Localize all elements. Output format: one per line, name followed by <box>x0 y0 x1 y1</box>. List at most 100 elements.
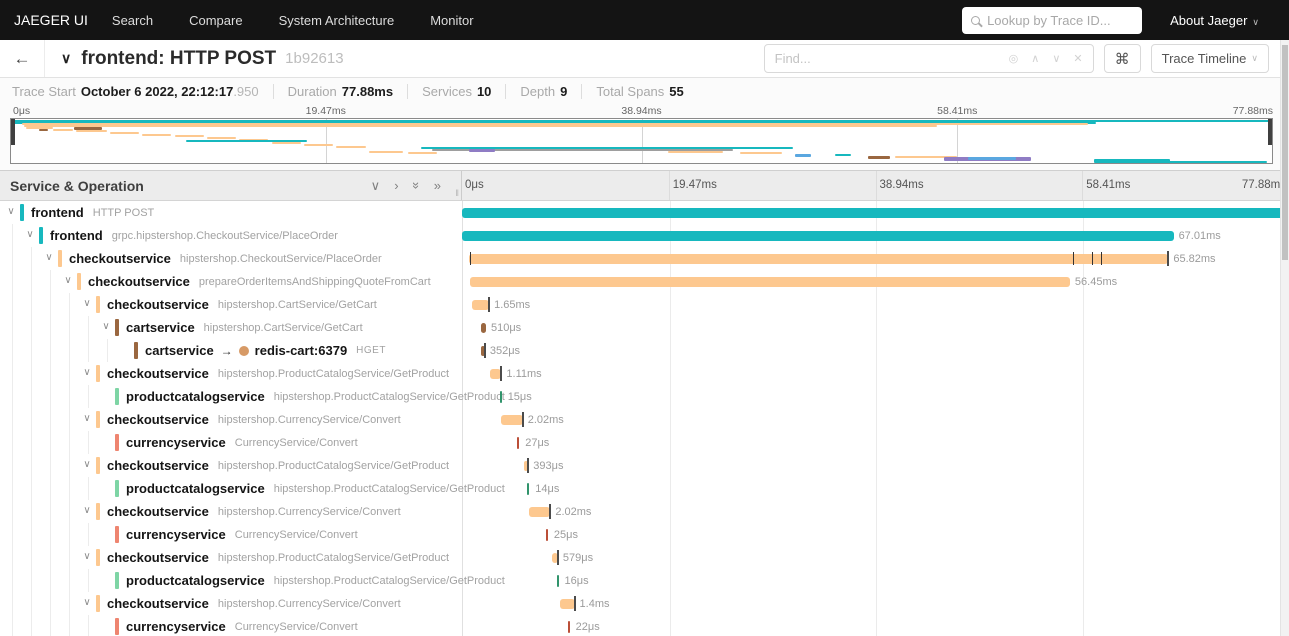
span-name-cell[interactable]: ∨ checkoutservice hipstershop.CurrencyServ… <box>0 408 462 431</box>
vertical-scrollbar[interactable] <box>1280 40 1289 636</box>
span-name-cell[interactable]: ∨ frontend HTTP POST <box>0 201 462 224</box>
span-timeline-cell[interactable]: 16μs <box>462 569 1289 592</box>
span-bar[interactable] <box>470 277 1070 287</box>
span-bar[interactable] <box>528 507 551 517</box>
span-name-cell[interactable]: cartservice → redis-cart:6379 HGET <box>0 339 462 362</box>
span-row[interactable]: currencyservice CurrencyService/Convert 22… <box>0 615 1289 636</box>
collapse-span-chevron-icon[interactable]: ∨ <box>81 505 93 516</box>
span-name-cell[interactable]: ∨ checkoutservice hipstershop.ProductCatal… <box>0 546 462 569</box>
span-timeline-cell[interactable]: 22μs <box>462 615 1289 636</box>
span-bar[interactable] <box>462 208 1289 218</box>
nav-item-system-architecture[interactable]: System Architecture <box>279 13 395 28</box>
span-row[interactable]: ∨ checkoutservice hipstershop.CartService/… <box>0 293 1289 316</box>
span-bar[interactable] <box>567 621 570 633</box>
span-name-cell[interactable]: ∨ checkoutservice hipstershop.CurrencyServ… <box>0 592 462 615</box>
span-name-cell[interactable]: ∨ checkoutservice hipstershop.CartService/… <box>0 293 462 316</box>
span-timeline-cell[interactable]: 14μs <box>462 477 1289 500</box>
expand-all-icon[interactable]: » <box>434 178 441 193</box>
span-row[interactable]: ∨ checkoutservice prepareOrderItemsAndShip… <box>0 270 1289 293</box>
span-bar[interactable] <box>480 323 486 333</box>
minimap-left-drag-handle[interactable] <box>11 119 15 145</box>
span-name-cell[interactable]: ∨ frontend grpc.hipstershop.CheckoutServic… <box>0 224 462 247</box>
span-bar[interactable] <box>469 254 1169 264</box>
span-timeline-cell[interactable]: 67.01ms <box>462 224 1289 247</box>
nav-item-compare[interactable]: Compare <box>189 13 242 28</box>
span-bar[interactable] <box>556 575 559 587</box>
span-timeline-cell[interactable]: 1.65ms <box>462 293 1289 316</box>
collapse-span-chevron-icon[interactable]: ∨ <box>81 413 93 424</box>
span-name-cell[interactable]: productcatalogservice hipstershop.Product… <box>0 569 505 592</box>
trace-id-lookup-box[interactable] <box>962 6 1143 34</box>
span-timeline-cell[interactable]: 56.45ms <box>462 270 1289 293</box>
collapse-one-icon[interactable]: ∨ <box>371 178 381 194</box>
span-row[interactable]: ∨ checkoutservice hipstershop.CheckoutServ… <box>0 247 1289 270</box>
span-name-cell[interactable]: currencyservice CurrencyService/Convert <box>0 615 462 636</box>
span-row[interactable]: currencyservice CurrencyService/Convert 27… <box>0 431 1289 454</box>
span-row[interactable]: ∨ checkoutservice hipstershop.CurrencyServ… <box>0 592 1289 615</box>
span-timeline-cell[interactable]: 25μs <box>462 523 1289 546</box>
span-bar[interactable] <box>559 599 575 609</box>
span-name-cell[interactable]: ∨ checkoutservice prepareOrderItemsAndShip… <box>0 270 462 293</box>
span-timeline-cell[interactable]: 15μs <box>462 385 1289 408</box>
span-timeline-cell[interactable]: 27μs <box>462 431 1289 454</box>
span-timeline-cell[interactable] <box>462 201 1289 224</box>
span-row[interactable]: ∨ checkoutservice hipstershop.ProductCatal… <box>0 362 1289 385</box>
minimap-right-drag-handle[interactable] <box>1268 119 1272 145</box>
span-row[interactable]: productcatalogservice hipstershop.Product… <box>0 385 1289 408</box>
trace-id-lookup-input[interactable] <box>987 12 1134 28</box>
span-row[interactable]: ∨ cartservice hipstershop.CartService/GetC… <box>0 316 1289 339</box>
collapse-all-icon[interactable]: » <box>409 182 424 189</box>
span-row[interactable]: productcatalogservice hipstershop.Product… <box>0 477 1289 500</box>
span-timeline-cell[interactable]: 1.11ms <box>462 362 1289 385</box>
span-row[interactable]: cartservice → redis-cart:6379 HGET 352μs <box>0 339 1289 362</box>
view-selector-button[interactable]: Trace Timeline ∨ <box>1150 44 1269 73</box>
prev-match-icon[interactable]: ∧ <box>1031 52 1039 65</box>
span-name-cell[interactable]: ∨ checkoutservice hipstershop.ProductCatal… <box>0 362 462 385</box>
column-resizer-handle[interactable]: ‖ <box>455 188 459 198</box>
span-name-cell[interactable]: productcatalogservice hipstershop.Product… <box>0 477 505 500</box>
span-row[interactable]: ∨ frontend HTTP POST <box>0 201 1289 224</box>
collapse-span-chevron-icon[interactable]: ∨ <box>81 367 93 378</box>
collapse-span-chevron-icon[interactable]: ∨ <box>100 321 112 332</box>
about-jaeger-menu[interactable]: About Jaeger ∨ <box>1170 13 1259 28</box>
span-timeline-cell[interactable]: 510μs <box>462 316 1289 339</box>
span-bar[interactable] <box>517 437 520 449</box>
span-name-cell[interactable]: productcatalogservice hipstershop.Product… <box>0 385 505 408</box>
collapse-span-chevron-icon[interactable]: ∨ <box>62 275 74 286</box>
collapse-span-chevron-icon[interactable]: ∨ <box>43 252 55 263</box>
scrollbar-thumb[interactable] <box>1282 45 1288 260</box>
back-button[interactable]: ← <box>0 40 45 77</box>
span-row[interactable]: ∨ frontend grpc.hipstershop.CheckoutServic… <box>0 224 1289 247</box>
find-input[interactable] <box>764 51 999 66</box>
span-row[interactable]: currencyservice CurrencyService/Convert 25… <box>0 523 1289 546</box>
collapse-span-chevron-icon[interactable]: ∨ <box>81 459 93 470</box>
span-name-cell[interactable]: ∨ checkoutservice hipstershop.ProductCatal… <box>0 454 462 477</box>
clear-find-icon[interactable]: ✕ <box>1073 52 1082 65</box>
span-bar[interactable] <box>462 231 1174 241</box>
collapse-span-chevron-icon[interactable]: ∨ <box>81 298 93 309</box>
span-bar[interactable] <box>545 529 548 541</box>
span-timeline-cell[interactable]: 2.02ms <box>462 408 1289 431</box>
span-row[interactable]: ∨ checkoutservice hipstershop.CurrencyServ… <box>0 408 1289 431</box>
collapse-span-chevron-icon[interactable]: ∨ <box>24 229 36 240</box>
nav-item-search[interactable]: Search <box>112 13 153 28</box>
nav-item-monitor[interactable]: Monitor <box>430 13 473 28</box>
span-timeline-cell[interactable]: 352μs <box>462 339 1289 362</box>
span-row[interactable]: productcatalogservice hipstershop.Product… <box>0 569 1289 592</box>
span-row[interactable]: ∨ checkoutservice hipstershop.ProductCatal… <box>0 546 1289 569</box>
collapse-span-chevron-icon[interactable]: ∨ <box>81 551 93 562</box>
span-timeline-cell[interactable]: 65.82ms <box>462 247 1289 270</box>
span-bar[interactable] <box>501 415 523 425</box>
span-row[interactable]: ∨ checkoutservice hipstershop.ProductCatal… <box>0 454 1289 477</box>
span-name-cell[interactable]: currencyservice CurrencyService/Convert <box>0 523 462 546</box>
focus-match-icon[interactable]: ◎ <box>1009 52 1019 65</box>
span-timeline-cell[interactable]: 579μs <box>462 546 1289 569</box>
span-timeline-cell[interactable]: 393μs <box>462 454 1289 477</box>
span-name-cell[interactable]: ∨ cartservice hipstershop.CartService/GetC… <box>0 316 462 339</box>
span-row[interactable]: ∨ checkoutservice hipstershop.CurrencyServ… <box>0 500 1289 523</box>
collapse-trace-chevron-icon[interactable]: ∨ <box>61 50 71 67</box>
minimap-canvas[interactable] <box>10 118 1273 164</box>
span-bar[interactable] <box>527 483 530 495</box>
app-logo[interactable]: JAEGER UI <box>0 12 112 28</box>
next-match-icon[interactable]: ∨ <box>1052 52 1060 65</box>
